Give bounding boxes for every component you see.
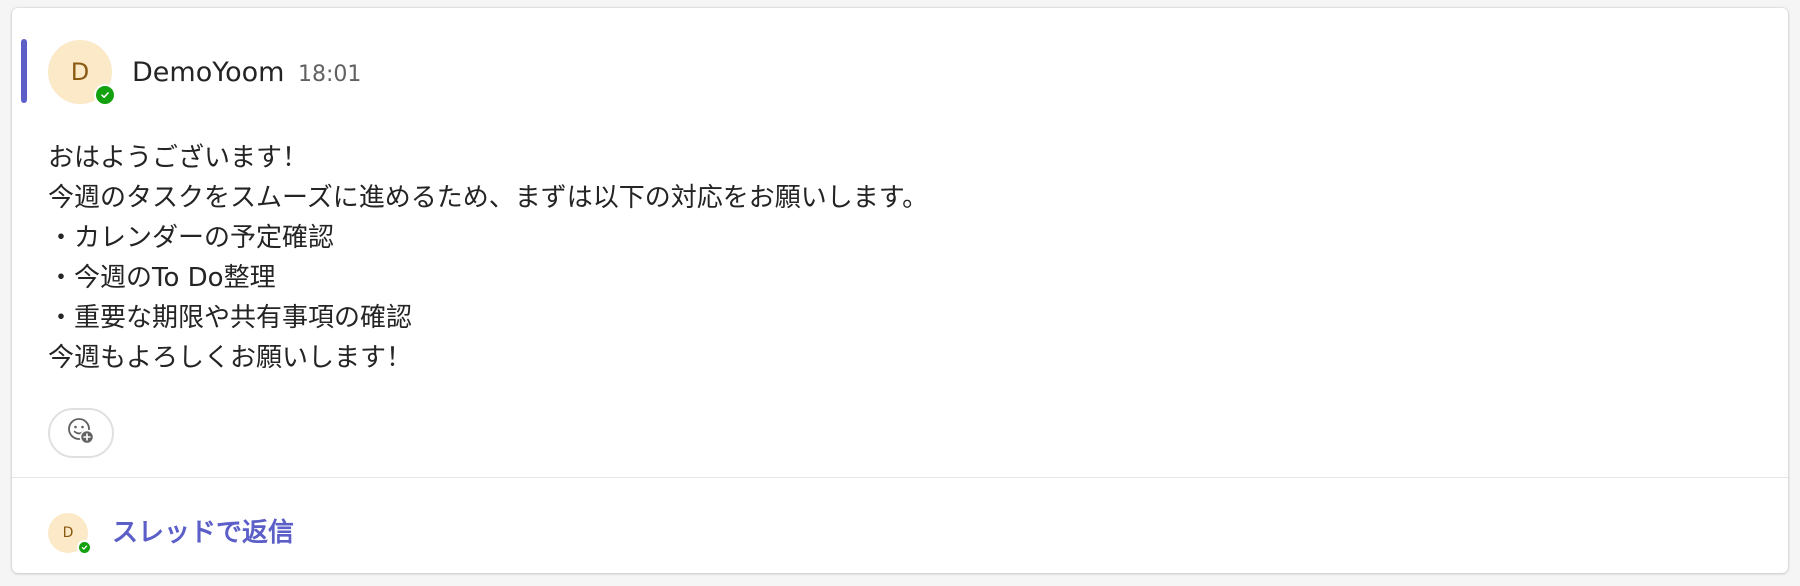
message-line: ・カレンダーの予定確認	[48, 223, 335, 253]
message-line: ・今週のTo Do整理	[48, 263, 276, 293]
message-line: 今週のタスクをスムーズに進めるため、まずは以下の対応をお願いします。	[48, 183, 929, 213]
sender-name[interactable]: DemoYoom	[132, 56, 284, 90]
message-body: おはようございます！ 今週のタスクをスムーズに進めるため、まずは以下の対応をお願…	[48, 138, 928, 378]
avatar-initial: D	[70, 58, 90, 86]
presence-available-icon	[94, 84, 116, 106]
message-line: おはようございます！	[48, 143, 309, 173]
presence-available-icon	[77, 540, 92, 555]
message-card: D DemoYoom 18:01 おはようございます！ 今週のタスクをスムーズに…	[12, 8, 1788, 573]
divider	[12, 477, 1788, 478]
emoji-add-icon	[66, 416, 96, 450]
reply-avatar-initial: D	[62, 525, 74, 541]
message-line: 今週もよろしくお願いします！	[48, 343, 413, 373]
reply-in-thread-link[interactable]: スレッドで返信	[112, 515, 294, 551]
add-reaction-button[interactable]	[48, 408, 114, 458]
message-line: ・重要な期限や共有事項の確認	[48, 303, 413, 333]
reply-avatar: D	[48, 513, 92, 555]
avatar[interactable]: D	[48, 40, 116, 106]
unread-accent-bar	[21, 39, 27, 103]
message-timestamp: 18:01	[298, 62, 362, 87]
